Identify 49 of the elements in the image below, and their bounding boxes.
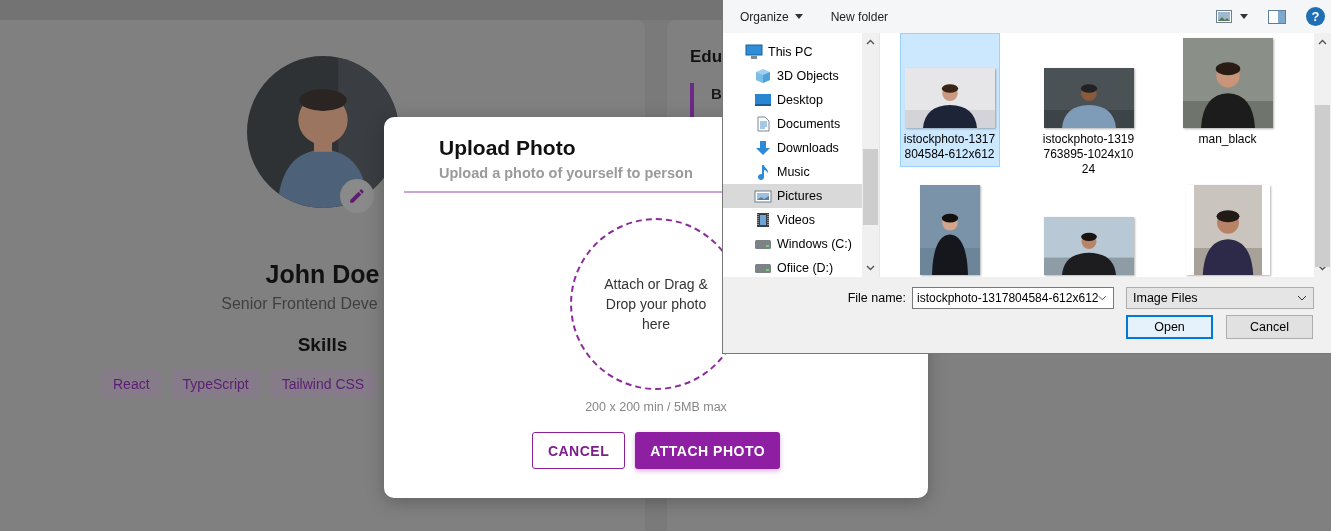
view-icon [1216, 10, 1232, 23]
skill-tag: TypeScript [170, 370, 261, 398]
modal-subtitle: Upload a photo of yourself to person [439, 165, 693, 181]
file-item[interactable]: istockphoto-1319763895-1024x1024 [1038, 33, 1139, 182]
nav-item[interactable]: Music [723, 160, 862, 184]
nav-item[interactable]: This PC [723, 40, 862, 64]
new-folder-button[interactable]: New folder [825, 6, 894, 27]
job-title: Senior Frontend Deve [221, 295, 378, 313]
help-button[interactable]: ? [1306, 7, 1325, 26]
organize-button[interactable]: Organize [735, 6, 808, 27]
profile-name: John Doe [265, 260, 380, 289]
film-icon [754, 212, 772, 228]
down-arrow-icon [754, 140, 772, 156]
section-heading: Edu [690, 47, 723, 67]
landscape-icon [754, 188, 772, 204]
desktop-folder-icon [754, 92, 772, 108]
skill-tag: React [101, 370, 162, 398]
skills-heading: Skills [297, 334, 348, 356]
nav-item[interactable]: 3D Objects [723, 64, 862, 88]
nav-item[interactable]: Desktop [723, 88, 862, 112]
scroll-up-icon [866, 39, 875, 45]
scroll-down-icon [866, 265, 875, 271]
entry-title: B [711, 85, 722, 102]
pencil-icon [347, 187, 366, 205]
cancel-button[interactable]: CANCEL [531, 432, 626, 469]
size-hint: 200 x 200 min / 5MB max [585, 400, 727, 414]
scrollbar[interactable] [1314, 33, 1331, 277]
file-name-label: File name: [847, 291, 906, 305]
nav-item[interactable]: Downloads [723, 136, 862, 160]
chevron-down-icon [1297, 295, 1307, 301]
nav-item[interactable]: Documents [723, 112, 862, 136]
scrollbar[interactable] [862, 33, 879, 277]
file-item[interactable]: istockphoto-1317804584-612x612 [899, 33, 1000, 167]
attach-button[interactable]: ATTACH PHOTO [635, 432, 781, 469]
pane-icon [1268, 9, 1286, 24]
cube-icon [754, 68, 772, 84]
file-name-field[interactable]: istockphoto-1317804584-612x612 [912, 287, 1114, 309]
nav-item[interactable]: Pictures [723, 184, 862, 208]
computer-icon [745, 44, 763, 60]
open-button[interactable]: Open [1126, 315, 1213, 339]
modal-title: Upload Photo [439, 136, 576, 160]
cancel-button[interactable]: Cancel [1226, 315, 1313, 339]
scroll-up-icon [1318, 39, 1327, 45]
chevron-down-icon [1098, 295, 1107, 301]
document-icon [754, 116, 772, 132]
skill-tag: Tailwind CSS [269, 370, 377, 398]
file-type-dropdown[interactable]: Image Files [1126, 287, 1314, 309]
file-item[interactable]: man_black [1177, 33, 1278, 152]
scroll-down-icon [1318, 265, 1327, 271]
